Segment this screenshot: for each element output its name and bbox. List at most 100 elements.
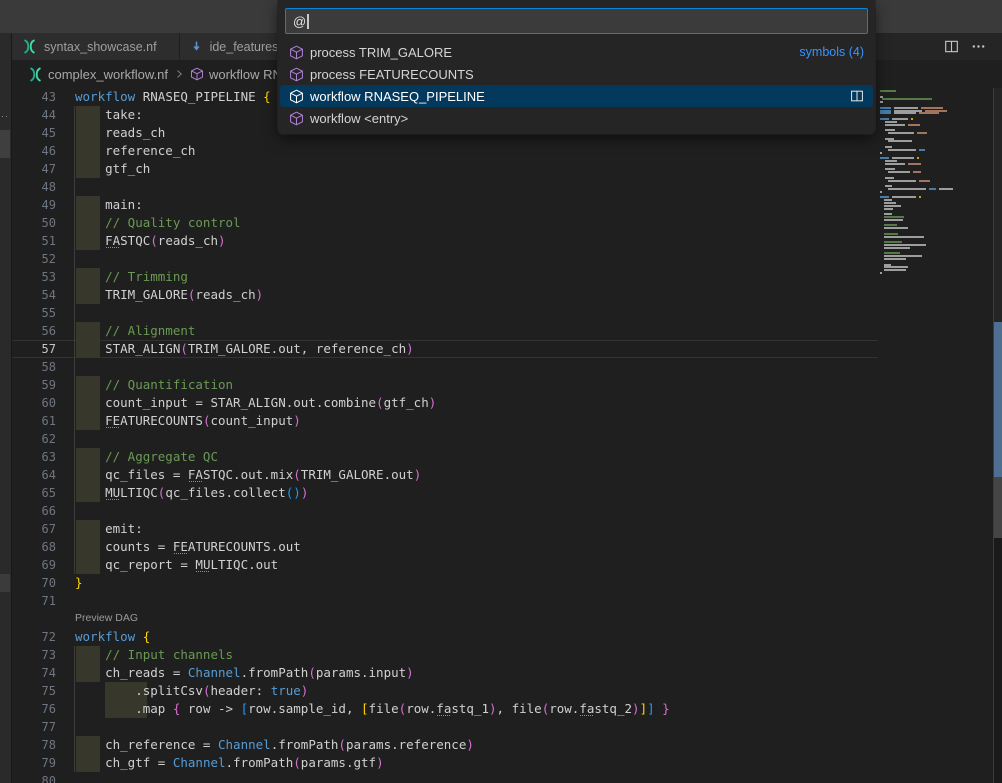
code-text: MULTIQC(qc_files.collect()) [56,484,308,502]
code-line[interactable]: 58 [12,358,878,376]
code-line[interactable]: 50 // Quality control [12,214,878,232]
code-token: ( [150,233,158,248]
quick-open-input[interactable]: @ [285,8,868,34]
line-number: 72 [12,628,56,646]
nextflow-icon [28,67,43,82]
open-to-side-icon[interactable] [850,89,864,103]
code-line[interactable]: 59 // Quantification [12,376,878,394]
minimap-line [880,202,899,204]
code-token: FEATURECOUNTS [173,539,271,554]
line-number: 69 [12,556,56,574]
quick-pick-item[interactable]: workflow <entry> [280,107,873,129]
quick-pick-item[interactable]: process FEATURECOUNTS [280,63,873,85]
breadcrumb-file[interactable]: complex_workflow.nf [48,67,168,82]
minimap-line [880,101,886,103]
minimap-line [880,208,896,210]
code-line[interactable]: 57 STAR_ALIGN(TRIM_GALORE.out, reference… [12,340,878,358]
code-line[interactable]: 54 TRIM_GALORE(reads_ch) [12,286,878,304]
editor-tab[interactable]: syntax_showcase.nf [12,33,180,60]
code-text: // Alignment [56,322,195,340]
split-editor-icon[interactable] [944,39,959,54]
line-number: 64 [12,466,56,484]
line-number: 47 [12,160,56,178]
code-line[interactable]: 70} [12,574,878,592]
code-line[interactable]: 67 emit: [12,520,878,538]
code-token: header: [210,683,270,698]
ruler-segment [994,88,1002,322]
code-token: .fromPath [271,737,339,752]
code-line[interactable]: 60 count_input = STAR_ALIGN.out.combine(… [12,394,878,412]
code-lens[interactable]: Preview DAG [12,610,1002,628]
code-line[interactable]: 47 gtf_ch [12,160,878,178]
code-line[interactable]: 66 [12,502,878,520]
code-line[interactable]: 72workflow { [12,628,878,646]
code-token: main: [75,197,143,212]
code-text: .map { row -> [row.sample_id, [file(row.… [56,700,670,718]
code-token: // Input channels [75,647,233,662]
code-line[interactable]: 51 FASTQC(reads_ch) [12,232,878,250]
minimap-line [880,121,900,123]
code-line[interactable]: 63 // Aggregate QC [12,448,878,466]
code-token: _2 [617,701,632,716]
quick-pick-item[interactable]: process TRIM_GALOREsymbols (4) [280,41,873,63]
quick-pick-item[interactable]: workflow RNASEQ_PIPELINE [280,85,873,107]
code-line[interactable]: 73 // Input channels [12,646,878,664]
quick-pick-label: workflow RNASEQ_PIPELINE [310,89,485,104]
line-number: 61 [12,412,56,430]
code-line[interactable]: 68 counts = FEATURECOUNTS.out [12,538,878,556]
code-line[interactable]: 53 // Trimming [12,268,878,286]
code-line[interactable]: 71 [12,592,878,610]
code-line[interactable]: 46 reference_ch [12,142,878,160]
tab-label: syntax_showcase.nf [44,40,157,54]
code-line[interactable]: 78 ch_reference = Channel.fromPath(param… [12,736,878,754]
more-actions-icon[interactable] [971,39,986,54]
minimap[interactable] [878,88,962,783]
code-line[interactable]: 69 qc_report = MULTIQC.out [12,556,878,574]
code-editor[interactable]: 43workflow RNASEQ_PIPELINE {44 take:45 r… [12,88,1002,783]
code-text: FEATURECOUNTS(count_input) [56,412,301,430]
code-line[interactable]: 49 main: [12,196,878,214]
code-line[interactable]: 77 [12,718,878,736]
code-line[interactable]: 61 FEATURECOUNTS(count_input) [12,412,878,430]
code-line[interactable]: 74 ch_reads = Channel.fromPath(params.in… [12,664,878,682]
line-number: 55 [12,304,56,322]
code-line[interactable]: 48 [12,178,878,196]
code-token: ) [301,485,309,500]
code-line[interactable]: 75 .splitCsv(header: true) [12,682,878,700]
line-number: 56 [12,322,56,340]
minimap-line [880,252,903,254]
code-line[interactable]: 55 [12,304,878,322]
code-token: counts = [75,539,173,554]
minimap-line [880,171,924,173]
symbol-cube-icon [289,111,304,126]
code-line[interactable]: 76 .map { row -> [row.sample_id, [file(r… [12,700,878,718]
code-text: // Input channels [56,646,233,664]
code-line[interactable]: 64 qc_files = FASTQC.out.mix(TRIM_GALORE… [12,466,878,484]
chevron-right-icon [173,68,185,80]
code-line[interactable]: 56 // Alignment [12,322,878,340]
code-line[interactable]: 52 [12,250,878,268]
code-token: TRIM_GALORE.out [301,467,414,482]
line-number: 45 [12,124,56,142]
code-token: ) [632,701,640,716]
minimap-line [880,199,895,201]
code-text: qc_files = FASTQC.out.mix(TRIM_GALORE.ou… [56,466,421,484]
code-text [56,178,75,196]
code-token: ( [338,737,346,752]
code-text: } [56,574,83,592]
code-token: true [271,683,301,698]
code-token: params.input [316,665,406,680]
symbols-count-badge: symbols (4) [799,45,864,59]
minimap-line [880,266,911,268]
overview-ruler[interactable] [994,88,1002,783]
code-line[interactable]: 65 MULTIQC(qc_files.collect()) [12,484,878,502]
code-line[interactable]: 79 ch_gtf = Channel.fromPath(params.gtf) [12,754,878,772]
code-line[interactable]: 80 [12,772,878,783]
code-text: // Aggregate QC [56,448,218,466]
code-token: { [143,629,151,644]
left-editor-strip[interactable]: ·· [0,33,12,783]
minimap-line [880,112,942,114]
line-number: 44 [12,106,56,124]
code-line[interactable]: 62 [12,430,878,448]
symbol-cube-icon [289,89,304,104]
